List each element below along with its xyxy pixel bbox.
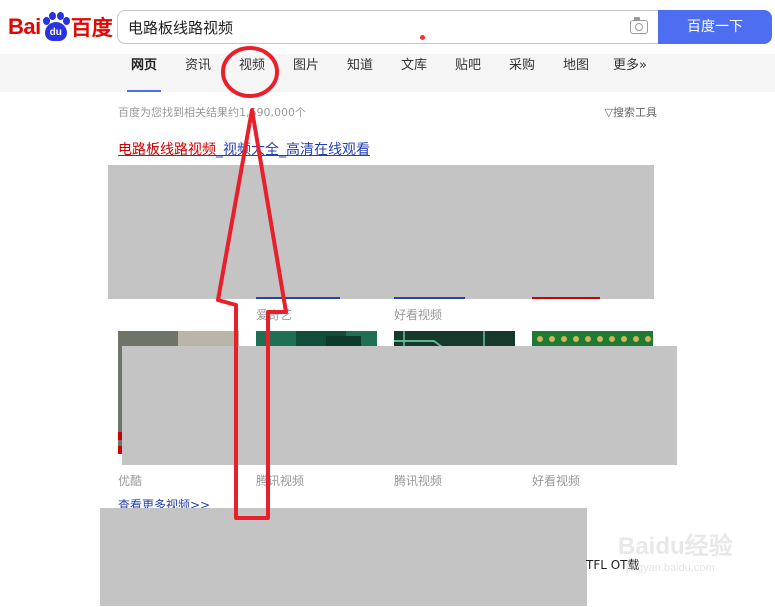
search-tabs: 网页 资讯 视频 图片 知道 文库 贴吧 采购 地图 更多» (0, 54, 775, 92)
video-link-underline (532, 297, 600, 299)
video-source: 优酷 (118, 474, 143, 488)
filter-icon: ▽ (604, 106, 613, 119)
paw-icon: du (42, 12, 70, 42)
video-link-underline (256, 297, 340, 299)
notification-dot (420, 35, 425, 40)
title-highlight: 电路板线路视频 (118, 142, 216, 158)
search-tools-label: 搜索工具 (613, 106, 657, 119)
tab-map[interactable]: 地图 (563, 54, 589, 92)
search-box (117, 10, 658, 44)
redacted-block (122, 346, 677, 465)
title-sep: _ (216, 142, 223, 158)
tab-wenku[interactable]: 文库 (401, 54, 427, 92)
header: Bai du 百度 百度一下 (0, 0, 775, 54)
page: Bai du 百度 百度一下 网页 资讯 视频 图片 知道 文库 贴吧 采购 地… (0, 0, 775, 607)
video-source: 好看视频 (532, 474, 581, 488)
tab-web[interactable]: 网页 (126, 54, 162, 92)
logo-text-cn: 百度 (70, 16, 113, 40)
search-button[interactable]: 百度一下 (658, 10, 772, 44)
watermark-main: Baidu经验 (618, 533, 733, 560)
tab-purchase[interactable]: 采购 (509, 54, 535, 92)
tab-tieba[interactable]: 贴吧 (455, 54, 481, 92)
video-source: 腾讯视频 (256, 474, 305, 488)
title-rest: 视频大全_高清在线观看 (223, 142, 370, 158)
video-link-underline (394, 297, 465, 299)
result-count: 百度为您找到相关结果约1,690,000个 (118, 106, 306, 119)
logo-text-bai: Bai (8, 14, 41, 39)
tab-video[interactable]: 视频 (239, 54, 265, 92)
camera-icon[interactable] (630, 17, 648, 34)
result-title-link[interactable]: 电路板线路视频_视频大全_高清在线观看 (118, 139, 370, 159)
redacted-block (108, 165, 654, 299)
baidu-jingyan-watermark: Baidu经验 jingyan.baidu.com (600, 516, 770, 586)
watermark-sub: jingyan.baidu.com (626, 562, 715, 574)
tab-more[interactable]: 更多» (613, 54, 647, 92)
tab-images[interactable]: 图片 (293, 54, 319, 92)
redacted-block (100, 508, 587, 606)
tab-zhidao[interactable]: 知道 (347, 54, 373, 92)
search-tools-button[interactable]: ▽搜索工具 (605, 104, 657, 120)
search-input[interactable] (118, 11, 598, 43)
video-source: 爱奇艺 (256, 308, 293, 322)
video-source: 腾讯视频 (394, 474, 443, 488)
tab-news[interactable]: 资讯 (185, 54, 211, 92)
video-source: 好看视频 (394, 308, 443, 322)
baidu-logo[interactable]: Bai du 百度 (8, 10, 113, 44)
